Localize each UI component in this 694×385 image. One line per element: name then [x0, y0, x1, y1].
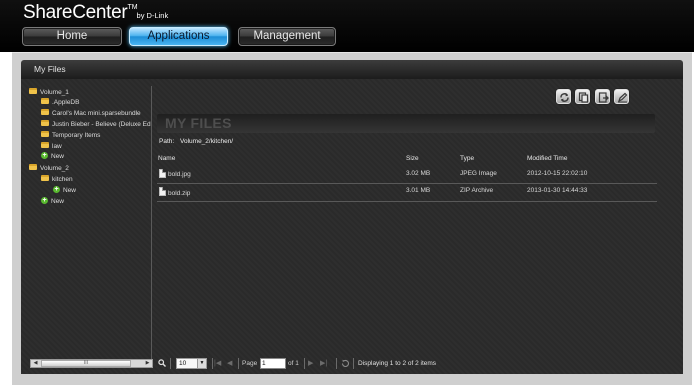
tree-node-label: Volume_1: [40, 89, 69, 96]
pager-separator: [304, 358, 305, 369]
tree-node-label: Carol's Mac mini.sparsebundle: [52, 110, 141, 117]
nav-applications-button[interactable]: Applications: [129, 27, 228, 46]
file-size: 3.02 MB: [406, 170, 431, 177]
tree-node-carols-mac[interactable]: Carol's Mac mini.sparsebundle: [41, 109, 141, 119]
column-header-name[interactable]: Name: [158, 155, 175, 162]
column-header-size[interactable]: Size: [406, 155, 419, 162]
tree-node-justin-bieber[interactable]: Justin Bieber - Believe (Deluxe Ed: [41, 120, 151, 130]
scroll-right-icon[interactable]: ▶: [143, 360, 152, 367]
path-label: Path:: [159, 138, 175, 145]
folder-icon: [41, 109, 49, 116]
tree-node-temporary-items[interactable]: Temporary Items: [41, 131, 100, 141]
add-icon: +: [41, 151, 48, 159]
brand-trademark: TM: [127, 4, 138, 11]
tree-node-kitchen[interactable]: kitchen: [41, 175, 73, 185]
tree-node-label: law: [52, 143, 62, 150]
tree-node-label: Temporary Items: [52, 132, 101, 139]
folder-icon: [29, 164, 37, 171]
folder-icon: [29, 88, 37, 95]
tree-node-appledb[interactable]: .AppleDB: [41, 98, 79, 108]
next-page-icon[interactable]: ▶: [308, 359, 313, 368]
tree-horizontal-scrollbar[interactable]: ◀ III ▶: [30, 359, 153, 368]
row-divider: [157, 183, 657, 184]
previous-page-icon[interactable]: ◀: [227, 359, 232, 368]
file-icon: [159, 169, 166, 178]
file-type: ZIP Archive: [460, 187, 494, 194]
tree-node-volume-2[interactable]: Volume_2: [29, 164, 69, 174]
path-value: Volume_2/kitchen/: [180, 138, 234, 145]
page-label: Page: [242, 360, 258, 367]
pager-separator: [212, 358, 213, 369]
folder-icon: [41, 120, 49, 127]
folder-icon: [41, 131, 49, 138]
tree-node-volume-1[interactable]: Volume_1: [29, 88, 69, 98]
scroll-left-icon[interactable]: ◀: [31, 360, 40, 367]
file-size: 3.01 MB: [406, 187, 431, 194]
tree-node-label: Justin Bieber - Believe (Deluxe Ed: [52, 121, 151, 128]
pager-separator: [353, 358, 354, 369]
file-modified: 2013-01-30 14:44:33: [527, 187, 588, 194]
window-title: My Files: [21, 60, 683, 79]
tree-node-new-volume-2[interactable]: + New: [41, 196, 65, 207]
tree-node-label: kitchen: [52, 176, 73, 183]
app-header: ShareCenterTMby D-Link Home Applications…: [0, 0, 694, 52]
column-header-type[interactable]: Type: [460, 155, 474, 162]
add-icon: +: [41, 196, 48, 204]
page-number-input[interactable]: 1: [260, 358, 286, 369]
folder-icon: [41, 142, 49, 149]
brand-name: ShareCenter: [23, 2, 128, 23]
folder-tree: Volume_1 .AppleDB Carol's Mac mini.spars…: [29, 86, 151, 356]
nav-home-button[interactable]: Home: [22, 27, 122, 46]
tree-node-label: New: [51, 198, 65, 205]
tree-node-law[interactable]: law: [41, 142, 62, 152]
column-header-modified[interactable]: Modified Time: [527, 155, 567, 162]
nav-management-button[interactable]: Management: [238, 27, 336, 46]
scroll-thumb[interactable]: III: [41, 360, 131, 367]
folder-icon: [41, 98, 49, 105]
search-icon[interactable]: [158, 359, 166, 370]
row-divider: [157, 201, 657, 202]
file-type: JPEG Image: [460, 170, 497, 177]
tree-node-label: New: [51, 153, 65, 160]
page-size-value: 10: [179, 360, 187, 367]
pager-separator: [238, 358, 239, 369]
reload-icon[interactable]: [341, 359, 350, 371]
refresh-icon[interactable]: [556, 89, 571, 104]
panel-divider[interactable]: [151, 86, 152, 368]
rename-icon[interactable]: [614, 89, 629, 104]
file-name: bold.jpg: [168, 171, 191, 178]
file-icon: [159, 187, 166, 196]
file-modified: 2012-10-15 22:02:10: [527, 170, 588, 177]
page-size-select[interactable]: 10 ▼: [176, 358, 207, 369]
paging-status: Displaying 1 to 2 of 2 items: [358, 360, 437, 367]
paging-toolbar: 10 ▼ |◀ ◀ Page 1 of 1 ▶ ▶| Displaying 1 …: [152, 356, 683, 371]
add-icon: +: [53, 185, 60, 193]
tree-node-label: .AppleDB: [52, 99, 80, 106]
last-page-icon[interactable]: ▶|: [320, 359, 327, 368]
chevron-down-icon[interactable]: ▼: [197, 359, 206, 368]
pager-separator: [336, 358, 337, 369]
page-of-label: of 1: [288, 360, 299, 367]
brand-logo: ShareCenterTMby D-Link: [23, 2, 168, 24]
tree-node-label: Volume_2: [40, 165, 69, 172]
brand-by-dlink: by D-Link: [136, 11, 169, 20]
pager-separator: [170, 358, 171, 369]
copy-icon[interactable]: [575, 89, 590, 104]
tree-node-label: New: [63, 187, 77, 194]
tree-node-new-kitchen[interactable]: + New: [53, 185, 77, 196]
tree-node-new-volume-1[interactable]: + New: [41, 151, 65, 162]
move-icon[interactable]: [595, 89, 610, 104]
folder-icon: [41, 175, 49, 182]
file-name: bold.zip: [168, 190, 191, 197]
section-title: MY FILES: [165, 115, 232, 131]
first-page-icon[interactable]: |◀: [214, 359, 221, 368]
